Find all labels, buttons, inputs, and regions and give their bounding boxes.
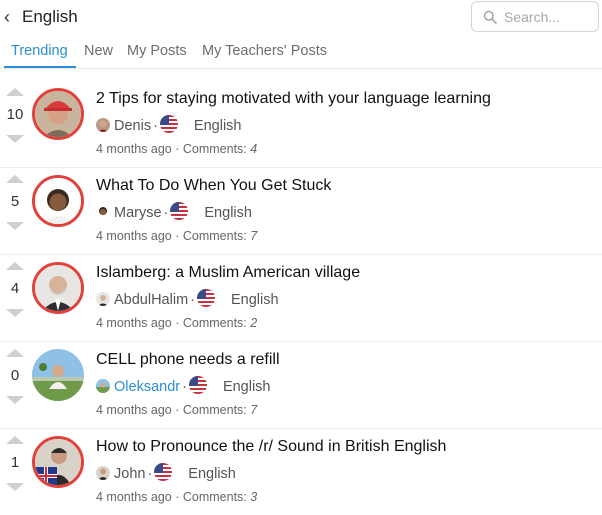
post-meta: Maryse · English (96, 202, 252, 221)
vote-control: 4 (3, 262, 27, 328)
upvote-arrow-icon[interactable] (6, 436, 24, 444)
author-avatar (96, 292, 110, 306)
post-age: 4 months ago (96, 142, 172, 156)
post-meta: AbdulHalim · English (96, 289, 279, 308)
post-language: English (204, 205, 252, 221)
avatar[interactable] (32, 349, 84, 401)
tab-new[interactable]: New (84, 43, 113, 59)
comment-count[interactable]: 2 (250, 316, 257, 330)
chevron-left-icon[interactable]: ‹ (4, 7, 10, 28)
post-meta: Denis · English (96, 115, 242, 134)
vote-score: 10 (6, 106, 24, 123)
author-avatar (96, 205, 110, 219)
post-info: 4 months ago · Comments: 7 (96, 229, 258, 243)
vote-score: 4 (10, 280, 20, 297)
downvote-arrow-icon[interactable] (6, 396, 24, 404)
author-avatar (96, 466, 110, 480)
post-age: 4 months ago (96, 490, 172, 504)
list-item[interactable]: 4 Islamberg: a Muslim American village A… (0, 254, 602, 342)
comments-label: Comments: (182, 316, 247, 330)
downvote-arrow-icon[interactable] (6, 222, 24, 230)
avatar[interactable] (32, 262, 84, 314)
post-language: English (222, 379, 271, 395)
post-title[interactable]: Islamberg: a Muslim American village (96, 264, 360, 282)
post-info: 4 months ago · Comments: 4 (96, 142, 258, 156)
search-icon (483, 10, 497, 24)
upvote-arrow-icon[interactable] (6, 175, 24, 183)
separator-dot: · (153, 118, 158, 134)
us-flag-icon (197, 289, 215, 307)
avatar[interactable] (32, 436, 84, 488)
avatar[interactable] (32, 88, 84, 140)
tab-trending[interactable]: Trending (11, 43, 68, 59)
separator-dot: · (163, 205, 169, 221)
upvote-arrow-icon[interactable] (6, 349, 24, 357)
post-meta: Oleksandr · English (96, 376, 271, 395)
post-meta: John · English (96, 463, 236, 482)
active-tab-indicator (4, 66, 76, 68)
author-name[interactable]: Oleksandr (114, 379, 180, 395)
downvote-arrow-icon[interactable] (6, 309, 24, 317)
post-language: English (193, 118, 242, 134)
page-title: English (22, 7, 78, 26)
vote-control: 0 (3, 349, 27, 415)
downvote-arrow-icon[interactable] (6, 483, 24, 491)
list-item[interactable]: 0 CELL phone needs a refill Oleksandr · En… (0, 341, 602, 429)
post-info: 4 months ago · Comments: 2 (96, 316, 258, 330)
us-flag-icon (170, 202, 188, 220)
list-item[interactable]: 5 What To Do When You Get Stuck Maryse · E… (0, 167, 602, 255)
vote-control: 10 (3, 88, 27, 154)
post-age: 4 months ago (96, 316, 172, 330)
list-item[interactable]: 10 2 Tips for staying motivated with you… (0, 80, 602, 168)
author-avatar (96, 379, 110, 393)
upvote-arrow-icon[interactable] (6, 88, 24, 96)
author-name[interactable]: John (114, 466, 145, 482)
post-language: English (231, 292, 279, 308)
post-language: English (188, 466, 236, 482)
avatar[interactable] (32, 175, 84, 227)
comment-count[interactable]: 7 (250, 403, 257, 417)
tab-my-posts[interactable]: My Posts (127, 43, 187, 59)
comment-count[interactable]: 3 (250, 490, 257, 504)
vote-score: 5 (10, 193, 20, 210)
list-item[interactable]: 1 How to Pronounce the /r/ Sound in Brit… (0, 428, 602, 515)
us-flag-icon (154, 463, 172, 481)
post-info: 4 months ago · Comments: 3 (96, 490, 258, 504)
comments-label: Comments: (182, 142, 247, 156)
separator-dot: · (190, 292, 195, 308)
search-box[interactable] (471, 1, 599, 32)
downvote-arrow-icon[interactable] (6, 135, 24, 143)
us-flag-icon (160, 115, 178, 133)
post-info: 4 months ago · Comments: 7 (96, 403, 258, 417)
author-name[interactable]: Maryse (114, 205, 162, 221)
upvote-arrow-icon[interactable] (6, 262, 24, 270)
separator-dot: · (147, 466, 153, 482)
us-flag-icon (189, 376, 207, 394)
comments-label: Comments: (182, 403, 247, 417)
post-title[interactable]: CELL phone needs a refill (96, 351, 280, 369)
vote-score: 0 (10, 367, 20, 384)
search-input[interactable] (504, 2, 594, 31)
post-age: 4 months ago (96, 403, 172, 417)
tab-bar: Trending New My Posts My Teachers' Posts (0, 36, 602, 69)
vote-control: 5 (3, 175, 27, 241)
comments-label: Comments: (182, 229, 247, 243)
tab-my-teachers-posts[interactable]: My Teachers' Posts (202, 43, 327, 59)
comment-count[interactable]: 4 (250, 142, 257, 156)
post-title[interactable]: 2 Tips for staying motivated with your l… (96, 90, 491, 108)
vote-score: 1 (10, 454, 20, 471)
comment-count[interactable]: 7 (250, 229, 257, 243)
header: ‹ English (0, 0, 602, 36)
vote-control: 1 (3, 436, 27, 502)
author-avatar (96, 118, 110, 132)
author-name[interactable]: Denis (114, 118, 151, 134)
post-title[interactable]: What To Do When You Get Stuck (96, 177, 331, 195)
post-age: 4 months ago (96, 229, 172, 243)
comments-label: Comments: (182, 490, 247, 504)
author-name[interactable]: AbdulHalim (114, 292, 188, 308)
post-title[interactable]: How to Pronounce the /r/ Sound in Britis… (96, 438, 446, 456)
separator-dot: · (182, 379, 187, 395)
